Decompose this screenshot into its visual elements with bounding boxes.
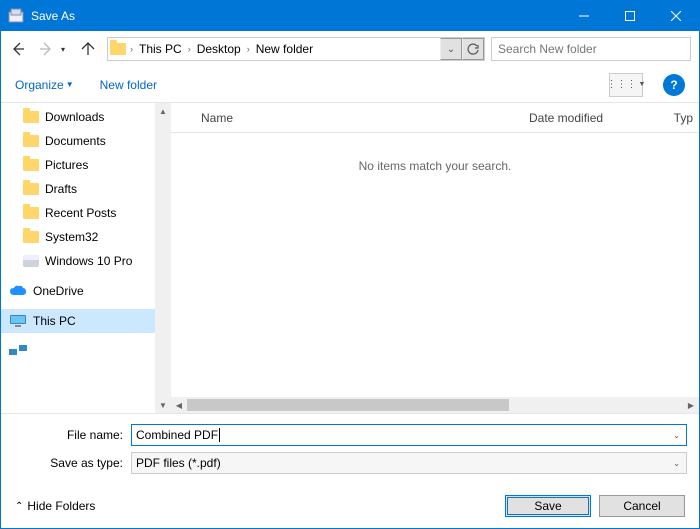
scroll-down-icon[interactable]: ▼ bbox=[155, 397, 171, 413]
chevron-up-icon: ⌃ bbox=[15, 501, 23, 512]
app-icon bbox=[7, 7, 25, 25]
navigation-tree: Downloads⚲ Documents⚲ Pictures⚲ Drafts R… bbox=[1, 103, 171, 413]
refresh-button[interactable] bbox=[462, 38, 484, 60]
file-list-pane: Name Date modified Typ No items match yo… bbox=[171, 103, 699, 413]
search-input[interactable]: Search New folder bbox=[491, 37, 691, 61]
tree-item-onedrive[interactable]: OneDrive bbox=[1, 279, 171, 303]
tree-item-this-pc[interactable]: This PC bbox=[1, 309, 171, 333]
search-placeholder: Search New folder bbox=[498, 42, 597, 56]
folder-icon bbox=[23, 135, 39, 147]
tree-scrollbar[interactable]: ▲ ▼ bbox=[155, 103, 171, 413]
chevron-right-icon[interactable]: › bbox=[128, 44, 135, 54]
chevron-down-icon[interactable]: ⌄ bbox=[673, 459, 680, 468]
breadcrumb-desktop[interactable]: Desktop bbox=[193, 38, 245, 60]
folder-icon bbox=[23, 183, 39, 195]
chevron-right-icon[interactable]: › bbox=[245, 44, 252, 54]
column-date-modified[interactable]: Date modified bbox=[529, 111, 659, 125]
tree-item-recent-posts[interactable]: Recent Posts bbox=[1, 201, 171, 225]
view-options-button[interactable]: ⋮⋮⋮ ▼ bbox=[609, 73, 643, 97]
maximize-button[interactable] bbox=[607, 1, 653, 31]
scroll-left-icon[interactable]: ◀ bbox=[171, 397, 187, 413]
chevron-down-icon[interactable]: ⌄ bbox=[673, 431, 680, 440]
back-button[interactable] bbox=[5, 36, 31, 62]
history-dropdown[interactable]: ▾ bbox=[61, 45, 73, 54]
help-button[interactable]: ? bbox=[663, 74, 685, 96]
chevron-down-icon: ▼ bbox=[66, 80, 74, 89]
content-h-scrollbar[interactable]: ◀ ▶ bbox=[171, 397, 699, 413]
tree-item-pictures[interactable]: Pictures⚲ bbox=[1, 153, 171, 177]
disk-icon bbox=[23, 255, 39, 267]
filename-input[interactable]: Combined PDF⌄ bbox=[131, 424, 687, 446]
title-text: Save As bbox=[31, 9, 561, 23]
title-bar: Save As bbox=[1, 1, 699, 31]
folder-icon bbox=[23, 111, 39, 123]
forward-button bbox=[33, 36, 59, 62]
tree-item-system32[interactable]: System32 bbox=[1, 225, 171, 249]
folder-icon bbox=[108, 43, 128, 55]
up-button[interactable] bbox=[75, 36, 101, 62]
hide-folders-toggle[interactable]: ⌃ Hide Folders bbox=[15, 499, 95, 513]
saveastype-select[interactable]: PDF files (*.pdf)⌄ bbox=[131, 452, 687, 474]
tree-item-network[interactable] bbox=[1, 339, 171, 363]
tree-item-windows10pro[interactable]: Windows 10 Pro bbox=[1, 249, 171, 273]
breadcrumb-new-folder[interactable]: New folder bbox=[252, 38, 317, 60]
close-button[interactable] bbox=[653, 1, 699, 31]
minimize-button[interactable] bbox=[561, 1, 607, 31]
folder-icon bbox=[23, 231, 39, 243]
organize-menu[interactable]: Organize ▼ bbox=[15, 78, 74, 92]
network-icon bbox=[9, 345, 27, 357]
address-dropdown[interactable]: ⌄ bbox=[440, 38, 462, 60]
nav-bar: ▾ › This PC › Desktop › New folder ⌄ Sea… bbox=[1, 31, 699, 67]
dialog-body: Downloads⚲ Documents⚲ Pictures⚲ Drafts R… bbox=[1, 103, 699, 414]
address-bar[interactable]: › This PC › Desktop › New folder ⌄ bbox=[107, 37, 485, 61]
saveastype-label: Save as type: bbox=[13, 456, 131, 470]
dialog-footer: ⌃ Hide Folders Save Cancel bbox=[1, 484, 699, 528]
column-headers: Name Date modified Typ bbox=[171, 103, 699, 133]
tree-item-downloads[interactable]: Downloads⚲ bbox=[1, 105, 171, 129]
this-pc-icon bbox=[9, 314, 27, 328]
chevron-right-icon[interactable]: › bbox=[186, 44, 193, 54]
scroll-up-icon[interactable]: ▲ bbox=[155, 103, 171, 119]
new-folder-button[interactable]: New folder bbox=[100, 78, 157, 92]
column-name[interactable]: Name bbox=[201, 111, 529, 125]
command-bar: Organize ▼ New folder ⋮⋮⋮ ▼ ? bbox=[1, 67, 699, 103]
cloud-icon bbox=[9, 285, 27, 297]
tree-item-drafts[interactable]: Drafts bbox=[1, 177, 171, 201]
text-cursor bbox=[219, 428, 220, 442]
scroll-right-icon[interactable]: ▶ bbox=[683, 397, 699, 413]
save-as-dialog: Save As ▾ › This PC › Desktop › New fold… bbox=[0, 0, 700, 529]
column-type[interactable]: Typ bbox=[659, 111, 699, 125]
empty-message: No items match your search. bbox=[171, 133, 699, 173]
cancel-button[interactable]: Cancel bbox=[599, 495, 685, 517]
filename-label: File name: bbox=[13, 428, 131, 442]
breadcrumb-this-pc[interactable]: This PC bbox=[135, 38, 186, 60]
folder-icon bbox=[23, 159, 39, 171]
tree-item-documents[interactable]: Documents⚲ bbox=[1, 129, 171, 153]
scrollbar-thumb[interactable] bbox=[187, 399, 509, 411]
file-fields: File name: Combined PDF⌄ Save as type: P… bbox=[1, 414, 699, 484]
folder-icon bbox=[23, 207, 39, 219]
save-button[interactable]: Save bbox=[505, 495, 591, 517]
